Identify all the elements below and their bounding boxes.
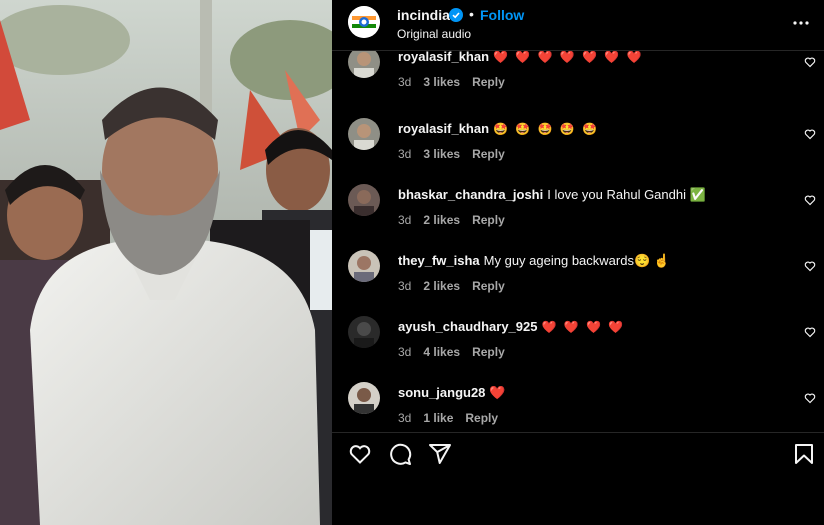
- account-avatar[interactable]: [348, 6, 380, 38]
- comment-reply-button[interactable]: Reply: [472, 345, 505, 359]
- comment-time: 3d: [398, 75, 412, 89]
- comment-body: 🤩 🤩 🤩 🤩 🤩: [493, 122, 600, 136]
- comment-reply-button[interactable]: Reply: [465, 411, 498, 425]
- comment-text-line: sonu_jangu28 ❤️: [398, 385, 506, 401]
- comment-username[interactable]: sonu_jangu28: [398, 385, 485, 400]
- comment-reply-button[interactable]: Reply: [472, 75, 505, 89]
- comment-avatar[interactable]: [348, 250, 380, 282]
- comment-avatar[interactable]: [348, 51, 380, 78]
- comment-likes[interactable]: 2 likes: [423, 279, 460, 293]
- comment-meta: 3d 2 likes Reply: [398, 279, 517, 293]
- comment-reply-button[interactable]: Reply: [472, 147, 505, 161]
- comment-item: sonu_jangu28 ❤️ 3d 1 like Reply: [332, 382, 824, 431]
- comment-like-heart-icon[interactable]: [804, 56, 816, 68]
- comment-username[interactable]: ayush_chaudhary_925: [398, 319, 537, 334]
- comment-likes[interactable]: 3 likes: [423, 75, 460, 89]
- comment-item: royalasif_khan 🤩 🤩 🤩 🤩 🤩 3d 3 likes Reply: [332, 118, 824, 184]
- heart-icon[interactable]: [348, 442, 372, 466]
- comment-like-heart-icon[interactable]: [804, 392, 816, 404]
- comment-text-line: royalasif_khan ❤️ ❤️ ❤️ ❤️ ❤️ ❤️ ❤️: [398, 51, 644, 64]
- more-options-icon[interactable]: [792, 14, 810, 32]
- account-username[interactable]: incindia: [397, 7, 450, 23]
- comment-username[interactable]: they_fw_isha: [398, 253, 480, 268]
- comment-likes[interactable]: 1 like: [423, 411, 453, 425]
- comment-meta: 3d 2 likes Reply: [398, 213, 517, 227]
- comment-icon[interactable]: [388, 442, 412, 466]
- comment-time: 3d: [398, 345, 412, 359]
- comment-like-heart-icon[interactable]: [804, 260, 816, 272]
- comment-body: My guy ageing backwards😌 ☝️: [483, 253, 670, 268]
- comment-time: 3d: [398, 279, 412, 293]
- comment-meta: 3d 3 likes Reply: [398, 75, 517, 89]
- actions-divider: [332, 432, 824, 433]
- comment-likes[interactable]: 3 likes: [423, 147, 460, 161]
- comment-text-line: they_fw_isha My guy ageing backwards😌 ☝️: [398, 253, 670, 269]
- party-logo-icon: [348, 6, 380, 38]
- comment-meta: 3d 3 likes Reply: [398, 147, 517, 161]
- comment-reply-button[interactable]: Reply: [472, 213, 505, 227]
- video-frame: [0, 0, 332, 525]
- comment-like-heart-icon[interactable]: [804, 128, 816, 140]
- comment-reply-button[interactable]: Reply: [472, 279, 505, 293]
- comment-likes[interactable]: 2 likes: [423, 213, 460, 227]
- comment-like-heart-icon[interactable]: [804, 194, 816, 206]
- share-icon[interactable]: [428, 442, 452, 466]
- comment-like-heart-icon[interactable]: [804, 326, 816, 338]
- verified-badge-icon: [449, 8, 463, 22]
- comment-username[interactable]: royalasif_khan: [398, 121, 489, 136]
- comment-username[interactable]: royalasif_khan: [398, 51, 489, 64]
- comment-avatar[interactable]: [348, 118, 380, 150]
- post-media[interactable]: [0, 0, 332, 525]
- comment-body: ❤️: [489, 385, 506, 400]
- comment-body: I love you Rahul Gandhi ✅: [547, 187, 706, 202]
- comment-avatar[interactable]: [348, 184, 380, 216]
- comment-item: ayush_chaudhary_925 ❤️ ❤️ ❤️ ❤️ 3d 4 likes…: [332, 316, 824, 382]
- comment-item: bhaskar_chandra_joshi I love you Rahul Ga…: [332, 184, 824, 250]
- comments-list[interactable]: royalasif_khan ❤️ ❤️ ❤️ ❤️ ❤️ ❤️ ❤️ 3d 3 l…: [332, 51, 824, 431]
- comment-username[interactable]: bhaskar_chandra_joshi: [398, 187, 543, 202]
- comment-time: 3d: [398, 411, 412, 425]
- comment-text-line: royalasif_khan 🤩 🤩 🤩 🤩 🤩: [398, 121, 599, 136]
- audio-label[interactable]: Original audio: [397, 27, 471, 41]
- comment-text-line: ayush_chaudhary_925 ❤️ ❤️ ❤️ ❤️: [398, 319, 625, 334]
- comment-avatar[interactable]: [348, 382, 380, 414]
- post-panel: incindia • Follow Original audio royalas…: [332, 0, 824, 525]
- comment-time: 3d: [398, 213, 412, 227]
- comment-body: ❤️ ❤️ ❤️ ❤️: [541, 320, 626, 334]
- comment-meta: 3d 4 likes Reply: [398, 345, 517, 359]
- comment-time: 3d: [398, 147, 412, 161]
- comment-meta: 3d 1 like Reply: [398, 411, 510, 425]
- comment-text-line: bhaskar_chandra_joshi I love you Rahul Ga…: [398, 187, 706, 203]
- comment-likes[interactable]: 4 likes: [423, 345, 460, 359]
- comment-item: they_fw_isha My guy ageing backwards😌 ☝️ …: [332, 250, 824, 316]
- comment-body: ❤️ ❤️ ❤️ ❤️ ❤️ ❤️ ❤️: [493, 51, 644, 64]
- follow-button[interactable]: Follow: [480, 7, 524, 23]
- comment-avatar[interactable]: [348, 316, 380, 348]
- header-separator: •: [469, 6, 474, 22]
- bookmark-icon[interactable]: [792, 442, 816, 466]
- post-action-bar: [332, 440, 824, 470]
- post-header: incindia • Follow Original audio: [332, 0, 824, 50]
- comment-item: royalasif_khan ❤️ ❤️ ❤️ ❤️ ❤️ ❤️ ❤️ 3d 3 l…: [332, 51, 824, 112]
